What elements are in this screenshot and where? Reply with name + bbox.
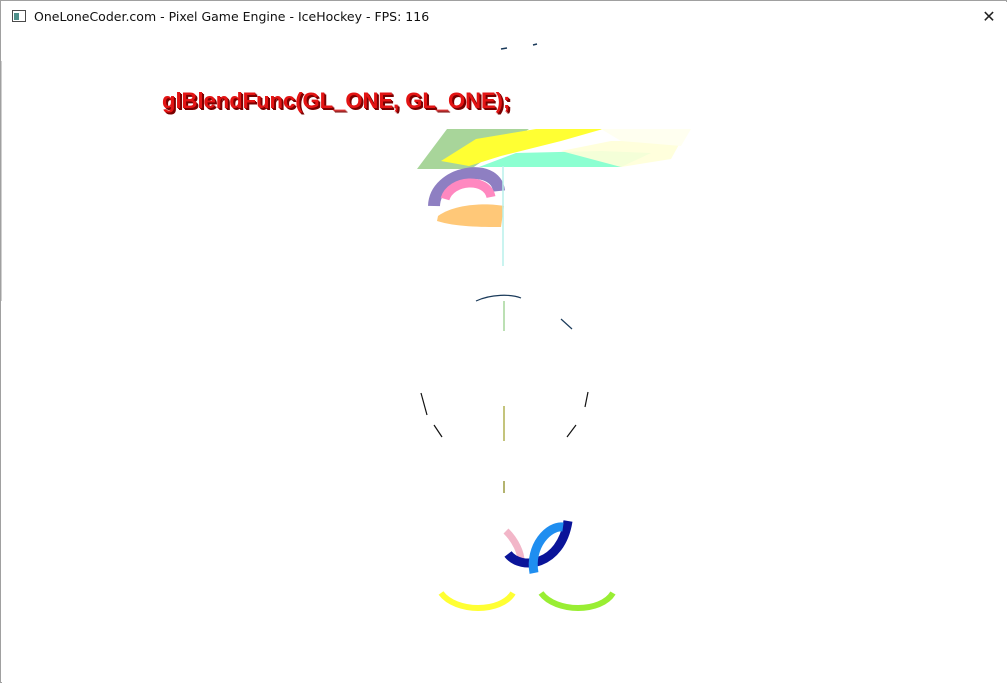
- window-title: OneLoneCoder.com - Pixel Game Engine - I…: [34, 8, 430, 24]
- center-circle-top: [475, 294, 522, 302]
- game-canvas[interactable]: glBlendFunc(GL_ONE, GL_ONE);: [2, 30, 1007, 683]
- center-circle-right-bottom: [566, 424, 577, 438]
- center-circle-left: [420, 392, 428, 416]
- app-window-icon: [12, 10, 26, 22]
- pink-arc: [440, 178, 496, 201]
- app-window: OneLoneCoder.com - Pixel Game Engine - I…: [0, 0, 1007, 683]
- center-circle-left-bottom: [433, 424, 443, 438]
- yellow-bottom-arc: [438, 590, 516, 611]
- title-bar[interactable]: OneLoneCoder.com - Pixel Game Engine - I…: [2, 2, 1007, 30]
- lime-bottom-arc: [538, 590, 616, 611]
- close-button[interactable]: ✕: [975, 2, 1003, 30]
- blend-mode-label: glBlendFunc(GL_ONE, GL_ONE);: [162, 88, 511, 113]
- orange-arc: [437, 204, 504, 227]
- goal-crease-top-fragment: [500, 43, 538, 50]
- center-circle-right-top: [560, 318, 573, 330]
- rink-scene: [417, 43, 691, 611]
- center-circle-right: [584, 391, 589, 408]
